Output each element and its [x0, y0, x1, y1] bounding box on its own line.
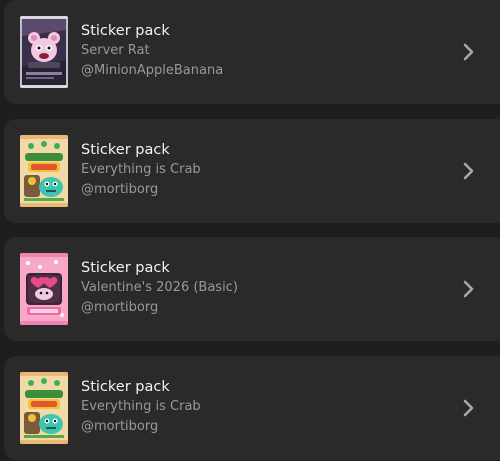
pack-name: Everything is Crab — [81, 399, 201, 414]
pack-type-label: Sticker pack — [81, 260, 170, 276]
pack-type-label: Sticker pack — [81, 142, 170, 158]
pack-type-label: Sticker pack — [81, 379, 170, 395]
crab-pack-art — [20, 135, 68, 207]
pack-name: Valentine's 2026 (Basic) — [81, 280, 238, 295]
pack-name: Everything is Crab — [81, 162, 201, 177]
pack-name: Server Rat — [81, 43, 150, 58]
pack-author: @mortiborg — [81, 182, 159, 197]
pack-author: @MinionAppleBanana — [81, 63, 224, 78]
sticker-pack-card[interactable]: Sticker pack Server Rat @MinionAppleBana… — [4, 0, 500, 104]
valentine-pack-art — [20, 253, 68, 325]
chevron-right-icon — [463, 43, 474, 61]
server-rat-pack-art — [20, 16, 68, 88]
chevron-right-icon — [463, 399, 474, 417]
pack-author: @mortiborg — [81, 419, 159, 434]
pack-type-label: Sticker pack — [81, 23, 170, 39]
crab-pack-art — [20, 372, 68, 444]
sticker-pack-list: Sticker pack Server Rat @MinionAppleBana… — [0, 0, 500, 461]
chevron-right-icon — [463, 280, 474, 298]
chevron-right-icon — [463, 162, 474, 180]
sticker-pack-card[interactable]: Sticker pack Everything is Crab @mortibo… — [4, 119, 500, 223]
sticker-pack-card[interactable]: Sticker pack Valentine's 2026 (Basic) @m… — [4, 237, 500, 341]
pack-author: @mortiborg — [81, 300, 159, 315]
sticker-pack-card[interactable]: Sticker pack Everything is Crab @mortibo… — [4, 356, 500, 460]
